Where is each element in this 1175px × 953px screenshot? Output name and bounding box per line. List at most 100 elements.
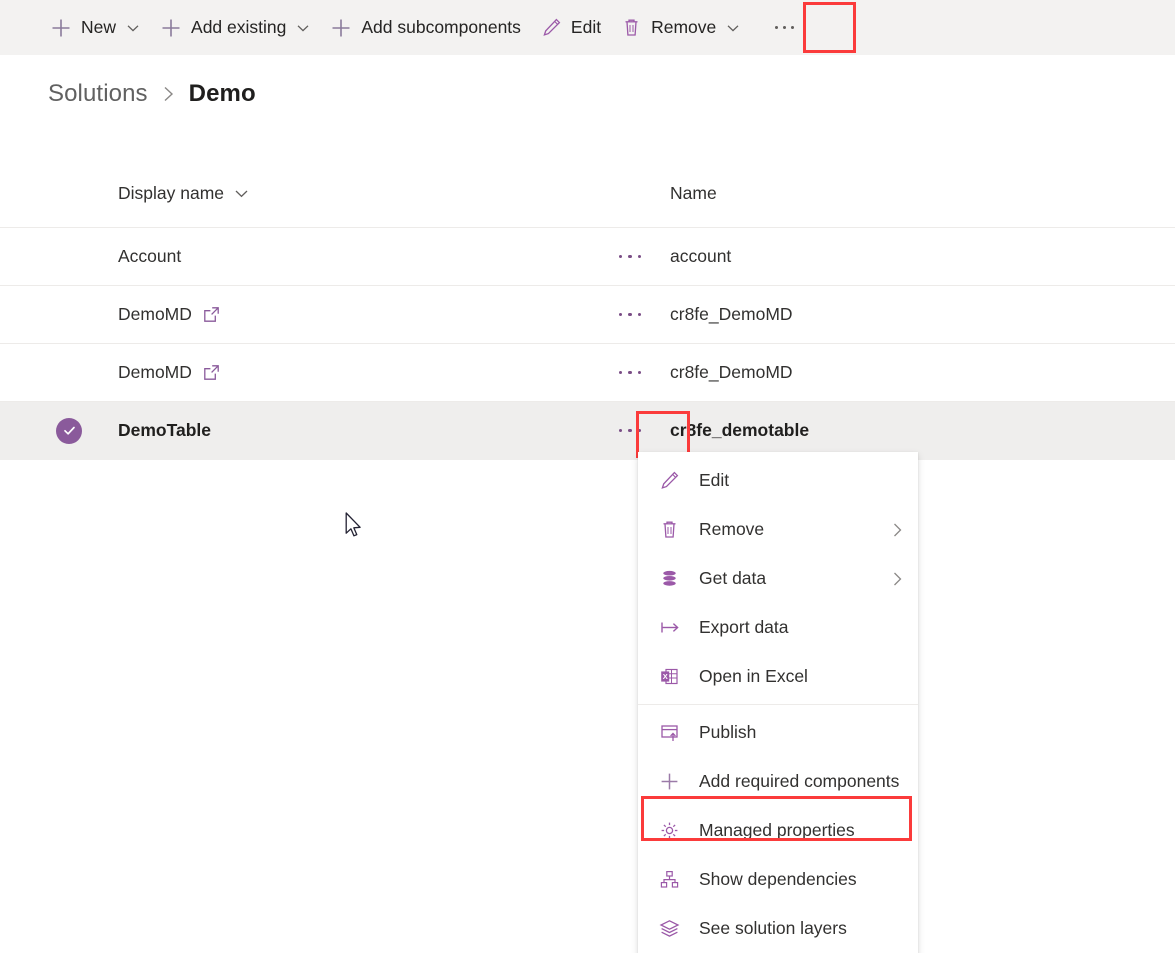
mouse-pointer [345,512,365,545]
command-add-existing-label: Add existing [191,17,287,37]
menu-item-publish[interactable]: Publish [638,708,918,757]
row-name: cr8fe_DemoMD [670,304,1175,325]
menu-item-export-data[interactable]: Export data [638,603,918,652]
row-more-commands-button[interactable] [590,312,670,317]
menu-item-managed-properties-label: Managed properties [699,820,855,840]
menu-item-show-dependencies[interactable]: Show dependencies [638,855,918,904]
command-new[interactable]: New [40,8,150,48]
row-selection-checkbox[interactable] [56,417,82,444]
ellipsis-icon [618,428,642,433]
breadcrumb-solutions[interactable]: Solutions [48,80,148,108]
ellipsis-icon [618,254,642,259]
row-display-name-text: Account [118,246,182,266]
menu-item-open-in-excel-label: Open in Excel [699,666,808,686]
layers-icon [659,918,685,939]
chevron-down-icon[interactable] [234,186,249,201]
export-icon [659,617,685,638]
breadcrumb: Solutions Demo [48,80,256,108]
svg-text:X: X [663,672,668,681]
publish-icon [659,722,685,743]
table-row[interactable]: DemoMD cr8fe_DemoMD [0,344,1175,402]
column-header-display-name[interactable]: Display name [0,183,590,204]
menu-item-add-required-components[interactable]: Add required components [638,757,918,806]
menu-item-see-solution-layers-label: See solution layers [699,918,847,938]
row-display-name-text: DemoMD [118,362,192,382]
plus-icon [659,771,685,792]
page-title: Demo [188,80,256,107]
command-add-existing[interactable]: Add existing [150,8,320,48]
chevron-down-icon[interactable] [126,21,140,35]
command-add-subcomponents-label: Add subcomponents [361,17,521,37]
command-edit-label: Edit [570,17,602,37]
row-name-text: cr8fe_DemoMD [670,304,793,324]
ellipsis-icon [618,370,642,375]
table-row-selected[interactable]: DemoTable cr8fe_demotable [0,402,1175,460]
menu-item-edit-label: Edit [699,470,730,490]
menu-item-export-data-label: Export data [699,617,789,637]
hierarchy-icon [659,869,685,890]
trash-icon [621,17,642,38]
column-header-display-name-label: Display name [118,183,225,203]
menu-item-see-solution-layers[interactable]: See solution layers [638,904,918,953]
menu-separator [638,704,918,705]
components-grid: Display name Name Account account DemoMD… [0,160,1175,460]
table-row[interactable]: Account account [0,228,1175,286]
plus-icon [160,17,182,39]
row-display-name: Account [0,246,590,267]
column-header-name[interactable]: Name [670,183,1175,204]
menu-item-get-data-label: Get data [699,568,767,588]
command-edit[interactable]: Edit [531,8,611,48]
row-name-text: cr8fe_DemoMD [670,362,793,382]
row-display-name-text: DemoTable [118,420,212,440]
row-context-menu: Edit Remove Get data Export data X Open … [638,452,918,953]
row-display-name: DemoMD [0,304,590,325]
ellipsis-icon [774,26,794,29]
row-display-name-text: DemoMD [118,304,192,324]
gear-icon [659,820,685,841]
menu-item-publish-label: Publish [699,722,757,742]
row-name-text: cr8fe_demotable [670,420,810,440]
row-more-commands-button[interactable] [590,370,670,375]
chevron-down-icon[interactable] [296,21,310,35]
command-new-label: New [81,17,117,37]
open-in-new-window-icon[interactable] [203,306,220,323]
command-add-subcomponents[interactable]: Add subcomponents [320,8,531,48]
row-more-commands-button[interactable] [590,254,670,259]
menu-item-managed-properties[interactable]: Managed properties [638,806,918,855]
chevron-right-icon [891,570,904,588]
chevron-down-icon[interactable] [726,21,740,35]
menu-item-add-required-components-label: Add required components [699,771,900,791]
excel-icon: X [659,666,685,687]
row-display-name: DemoTable [0,420,590,441]
menu-item-open-in-excel[interactable]: X Open in Excel [638,652,918,701]
row-name: cr8fe_demotable [670,420,1175,441]
grid-header-row: Display name Name [0,160,1175,228]
check-icon [56,417,82,444]
command-remove[interactable]: Remove [611,8,750,48]
pencil-icon [659,470,685,491]
command-bar: New Add existing Add subcomponents Edit … [0,0,1175,55]
menu-item-edit[interactable]: Edit [638,456,918,505]
plus-icon [330,17,352,39]
plus-icon [50,17,72,39]
row-name-text: account [670,246,732,266]
menu-item-show-dependencies-label: Show dependencies [699,869,857,889]
row-more-commands-button[interactable] [590,428,670,433]
table-row[interactable]: DemoMD cr8fe_DemoMD [0,286,1175,344]
more-commands-button[interactable] [758,2,810,53]
chevron-right-icon [162,84,175,104]
trash-icon [659,519,685,540]
menu-item-remove[interactable]: Remove [638,505,918,554]
command-remove-label: Remove [651,17,717,37]
app-root: New Add existing Add subcomponents Edit … [0,0,1175,953]
row-name: account [670,246,1175,267]
column-header-name-label: Name [670,183,717,203]
chevron-right-icon [891,521,904,539]
open-in-new-window-icon[interactable] [203,364,220,381]
row-name: cr8fe_DemoMD [670,362,1175,383]
ellipsis-icon [618,312,642,317]
pencil-icon [541,17,562,38]
menu-item-remove-label: Remove [699,519,765,539]
database-icon [659,568,685,589]
menu-item-get-data[interactable]: Get data [638,554,918,603]
